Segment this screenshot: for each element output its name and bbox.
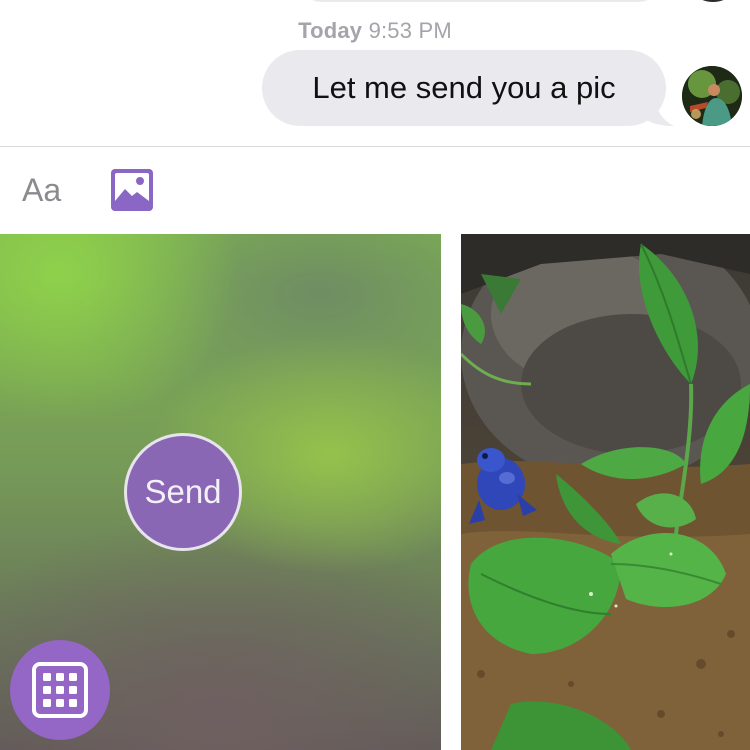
text-input-toggle[interactable]: Aa: [22, 172, 61, 209]
chat-area: Today 9:53 PM Let me send you a pic: [0, 0, 750, 147]
profile-photo-avatar-icon: [682, 66, 742, 126]
previous-message-bubble[interactable]: [300, 0, 660, 2]
gallery-button[interactable]: [10, 640, 110, 740]
grid-icon: [32, 662, 88, 718]
composer-bar: Aa: [0, 148, 750, 234]
photo-icon[interactable]: [110, 168, 154, 212]
send-button[interactable]: Send: [124, 433, 242, 551]
avatar[interactable]: [682, 66, 742, 126]
timestamp-day: Today: [298, 18, 363, 43]
divider: [0, 146, 750, 147]
previous-avatar: [684, 0, 742, 2]
tile-gap: [441, 234, 461, 750]
message-text: Let me send you a pic: [312, 70, 616, 105]
photo-thumbnail[interactable]: [461, 234, 750, 750]
message-bubble[interactable]: Let me send you a pic: [262, 50, 666, 126]
blue-frog-plant-photo: [461, 234, 750, 750]
timestamp-time: 9:53 PM: [368, 18, 452, 43]
camera-preview[interactable]: Send: [0, 234, 441, 750]
media-picker: Send: [0, 234, 750, 750]
message-timestamp: Today 9:53 PM: [0, 18, 750, 44]
